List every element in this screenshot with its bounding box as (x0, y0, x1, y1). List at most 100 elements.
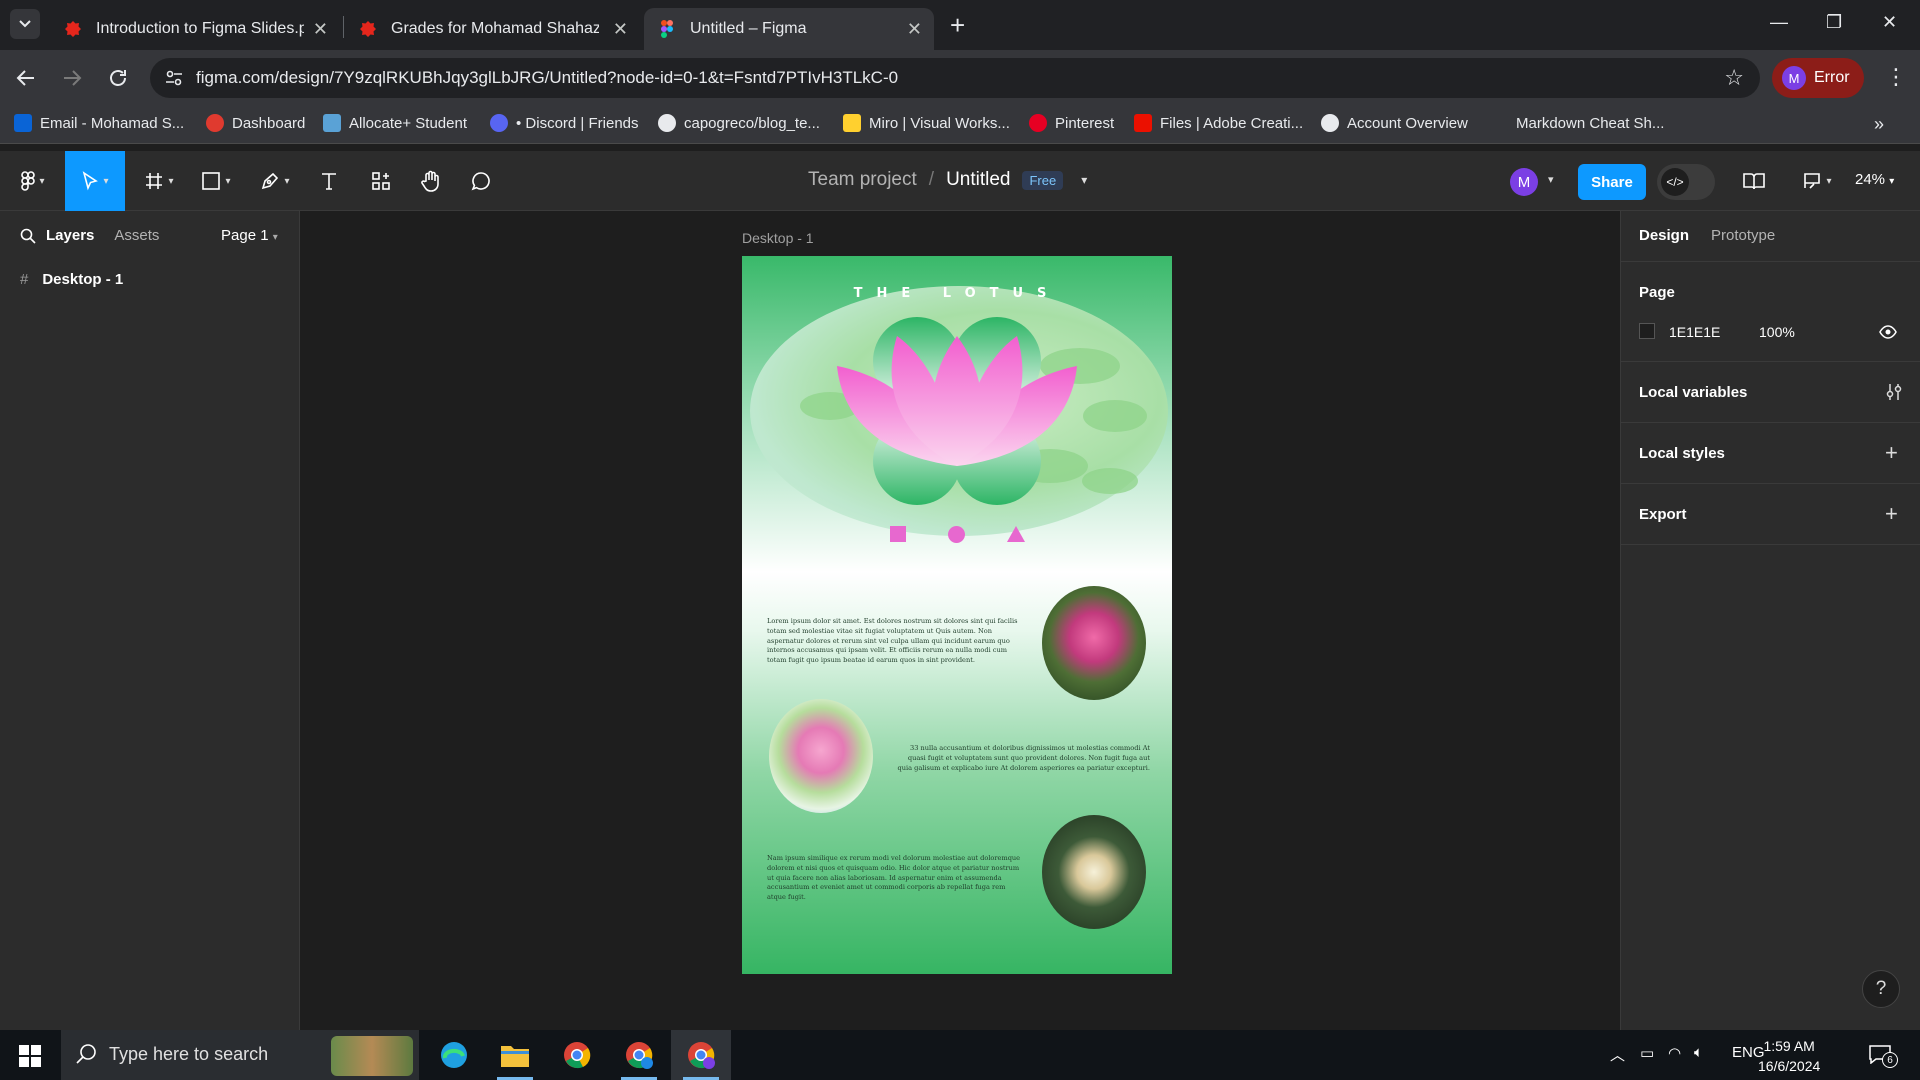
bookmark-star-icon[interactable]: ☆ (1724, 65, 1744, 91)
avatar[interactable]: M (1510, 168, 1538, 196)
battery-icon[interactable]: ▭ (1640, 1044, 1654, 1062)
browser-tab-grades[interactable]: Grades for Mohamad Shahazrin ✕ (345, 8, 640, 50)
bookmark-account-overview[interactable]: Account Overview (1321, 114, 1468, 132)
chrome-app-icon[interactable] (547, 1030, 607, 1080)
file-explorer-icon[interactable] (485, 1030, 545, 1080)
main-menu-button[interactable]: ▾ (10, 151, 56, 211)
shape-tool-button[interactable]: ▾ (193, 151, 239, 211)
chevron-down-icon[interactable]: ▾ (1548, 173, 1554, 186)
plan-badge[interactable]: Free (1022, 170, 1064, 190)
page-color-value[interactable]: 1E1E1E (1669, 324, 1720, 340)
close-tab-icon[interactable]: ✕ (613, 19, 628, 40)
add-style-icon[interactable]: + (1885, 440, 1898, 466)
dev-mode-toggle[interactable]: </> (1657, 164, 1715, 200)
volume-icon[interactable]: 🔈︎ (1694, 1044, 1703, 1061)
edge-app-icon[interactable] (424, 1030, 484, 1080)
clock-time: 1:59 AM (1763, 1038, 1815, 1054)
chevron-down-icon (19, 20, 31, 28)
chevron-down-icon: ▾ (39, 175, 45, 187)
play-presentation-icon (1804, 173, 1821, 189)
tab-design[interactable]: Design (1639, 227, 1689, 244)
windows-start-icon[interactable] (19, 1045, 41, 1067)
bookmark-discord[interactable]: • Discord | Friends (490, 114, 639, 132)
bookmark-allocate[interactable]: Allocate+ Student (323, 114, 467, 132)
chrome-profile-m-icon[interactable] (671, 1030, 731, 1080)
divider (1621, 361, 1920, 362)
pen-icon (262, 172, 279, 190)
bookmark-pinterest[interactable]: Pinterest (1029, 114, 1114, 132)
bookmark-github[interactable]: capogreco/blog_te... (658, 114, 820, 132)
tab-prototype[interactable]: Prototype (1711, 227, 1775, 244)
system-clock[interactable]: 1:59 AM 16/6/2024 (1758, 1036, 1820, 1076)
tab-title: Introduction to Figma Slides.pdf (96, 20, 304, 37)
wifi-icon[interactable]: ◠ (1668, 1044, 1681, 1062)
divider (1621, 261, 1920, 262)
add-export-icon[interactable]: + (1885, 501, 1898, 527)
hand-icon (421, 170, 439, 192)
bookmark-adobe[interactable]: Files | Adobe Creati... (1134, 114, 1303, 132)
browser-tab-figma-slides-pdf[interactable]: Introduction to Figma Slides.pdf ✕ (50, 8, 340, 50)
text-tool-button[interactable] (312, 151, 346, 211)
close-tab-icon[interactable]: ✕ (907, 19, 922, 40)
comment-tool-button[interactable] (463, 151, 499, 211)
back-arrow-icon[interactable] (14, 66, 38, 90)
more-bookmarks-icon[interactable]: » (1874, 114, 1884, 135)
bookmark-label: Account Overview (1347, 114, 1468, 132)
new-tab-button[interactable]: + (950, 12, 965, 38)
library-button[interactable] (1738, 151, 1770, 211)
text-icon (322, 173, 336, 190)
close-window-icon[interactable]: ✕ (1882, 12, 1897, 33)
bookmark-email[interactable]: Email - Mohamad S... (14, 114, 184, 132)
tab-assets[interactable]: Assets (114, 227, 159, 244)
page-color-swatch[interactable] (1639, 323, 1655, 339)
browser-tab-figma-active[interactable]: Untitled – Figma ✕ (644, 8, 934, 50)
forward-arrow-icon[interactable] (60, 66, 84, 90)
design-canvas[interactable]: Desktop - 1 THE LOTUS Lorem ipsum dolor … (300, 211, 1620, 1030)
bookmark-markdown[interactable]: Markdown Cheat Sh... (1490, 114, 1664, 132)
tab-divider (343, 16, 344, 38)
hand-tool-button[interactable] (413, 151, 449, 211)
zoom-level[interactable]: 24% ▾ (1855, 171, 1894, 188)
layer-item[interactable]: # Desktop - 1 (20, 271, 123, 288)
chevron-down-icon: ▾ (272, 232, 278, 243)
local-variables-heading[interactable]: Local variables (1639, 384, 1747, 401)
tab-search-menu-button[interactable] (10, 9, 40, 39)
share-button[interactable]: Share (1578, 164, 1646, 200)
present-button[interactable]: ▾ (1796, 151, 1838, 211)
figma-toolbar: ▾ ▾ ▾ ▾ ▾ Team project / Untitled Free ▾… (0, 151, 1920, 211)
avatar: M (1782, 66, 1806, 90)
reload-icon[interactable] (106, 66, 130, 90)
chevron-down-icon: ▾ (103, 175, 109, 187)
browser-menu-icon[interactable]: ⋮ (1885, 64, 1907, 90)
frame-label[interactable]: Desktop - 1 (742, 230, 814, 246)
chevron-down-icon[interactable]: ▾ (1081, 173, 1087, 187)
breadcrumb-team[interactable]: Team project (808, 169, 917, 191)
variables-settings-icon[interactable] (1885, 383, 1903, 401)
design-title: THE LOTUS (853, 286, 1061, 301)
close-tab-icon[interactable]: ✕ (313, 19, 328, 40)
desktop-frame[interactable]: THE LOTUS Lorem ipsum dolor sit amet. Es… (742, 256, 1172, 974)
bookmark-miro[interactable]: Miro | Visual Works... (843, 114, 1010, 132)
show-hidden-icons-chevron-icon[interactable]: ︿ (1610, 1044, 1625, 1065)
frame-tool-button[interactable]: ▾ (136, 151, 182, 211)
github-icon (658, 114, 676, 132)
address-bar[interactable]: figma.com/design/7Y9zqlRKUBhJqy3glLbJRG/… (150, 58, 1760, 98)
file-name[interactable]: Untitled (946, 169, 1010, 191)
resources-button[interactable] (363, 151, 399, 211)
profile-button[interactable]: M Error (1772, 58, 1864, 98)
chrome-profile-s-icon[interactable] (609, 1030, 669, 1080)
help-button[interactable]: ? (1862, 970, 1900, 1008)
site-settings-icon[interactable] (164, 68, 184, 88)
taskbar-search-box[interactable]: Type here to search (61, 1030, 419, 1080)
move-tool-button[interactable]: ▾ (65, 151, 125, 211)
minimize-window-icon[interactable]: — (1770, 12, 1788, 33)
restore-window-icon[interactable]: ❐ (1826, 12, 1842, 33)
search-icon[interactable] (20, 228, 36, 244)
pen-tool-button[interactable]: ▾ (252, 151, 298, 211)
eye-icon[interactable] (1879, 325, 1897, 339)
notification-center-icon[interactable]: 6 (1868, 1044, 1898, 1069)
page-selector[interactable]: Page 1 ▾ (221, 227, 278, 244)
tab-layers[interactable]: Layers (46, 227, 94, 244)
page-opacity-value[interactable]: 100% (1759, 324, 1795, 340)
bookmark-dashboard[interactable]: Dashboard (206, 114, 305, 132)
